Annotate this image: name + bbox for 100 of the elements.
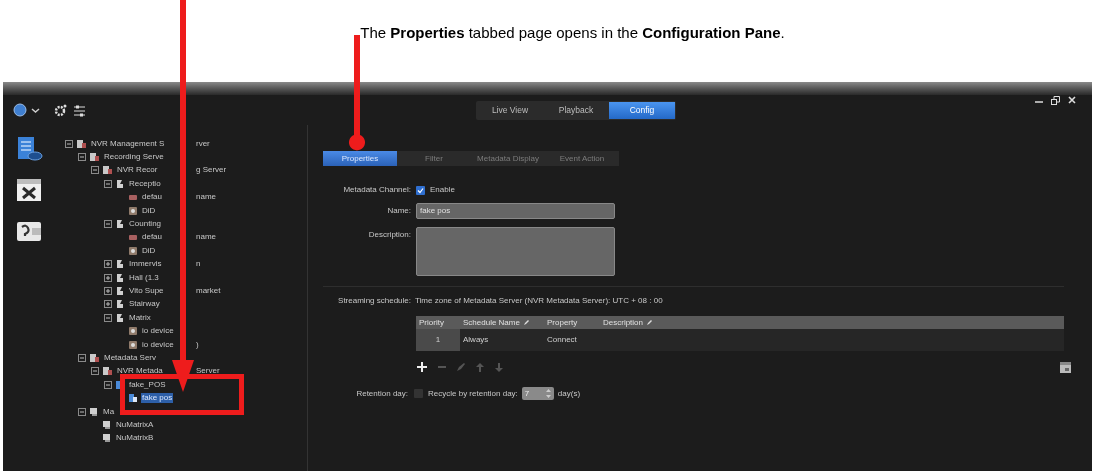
- tree-item[interactable]: Stairway: [128, 299, 161, 310]
- tree-item[interactable]: Metadata Serv: [103, 352, 158, 363]
- tree-item[interactable]: NuMatrixB: [115, 433, 155, 444]
- collapse-icon[interactable]: [104, 313, 112, 322]
- server-icon: [102, 165, 113, 176]
- collapse-icon[interactable]: [104, 179, 112, 188]
- checkmark-icon: [417, 186, 424, 194]
- camera-icon: [115, 312, 125, 323]
- add-icon[interactable]: [416, 361, 428, 373]
- device-icon: [128, 326, 138, 337]
- field-label: Name:: [386, 205, 411, 217]
- tree-item[interactable]: Counting: [128, 219, 163, 230]
- sliders-icon[interactable]: [73, 103, 86, 117]
- tree-item[interactable]: io device: [141, 326, 175, 337]
- chevron-down-icon[interactable]: [31, 105, 40, 115]
- tools-window-icon[interactable]: [15, 177, 43, 203]
- timezone-text: Time zone of Metadata Server (NVR Metadata Server): UTC + 08 : 00: [415, 295, 663, 307]
- tree-item[interactable]: Hall (1.3: [128, 272, 160, 283]
- sub-tab[interactable]: Filter: [397, 151, 471, 166]
- tree-item[interactable]: Immervis: [128, 259, 163, 270]
- server-icon: [76, 138, 87, 149]
- field-label: Streaming schedule:: [337, 295, 411, 307]
- restore-icon[interactable]: [1051, 95, 1060, 105]
- field-label: Metadata Channel:: [342, 184, 411, 196]
- collapse-icon[interactable]: [78, 353, 86, 362]
- tree-item[interactable]: Ma: [102, 406, 116, 417]
- tree-item[interactable]: Receptio: [128, 178, 162, 189]
- device-icon: [128, 245, 138, 256]
- tree-item[interactable]: NVR Management S: [90, 138, 166, 149]
- server-monitor-icon[interactable]: [15, 135, 43, 163]
- column-header: Priority: [419, 316, 444, 329]
- tree-item-text: g Server: [196, 165, 227, 176]
- collapse-icon[interactable]: [91, 166, 99, 175]
- tree-item-text: Server: [196, 366, 220, 377]
- collapse-icon[interactable]: [78, 407, 86, 416]
- column-header: Property: [547, 316, 578, 329]
- tree-item[interactable]: defau: [141, 232, 164, 243]
- caption: The Properties tabbed page opens in the Configuration Pane.: [360, 23, 785, 43]
- sub-tab[interactable]: Metadata Display: [471, 151, 545, 166]
- description-field[interactable]: [416, 227, 615, 276]
- collapse-icon[interactable]: [91, 367, 99, 376]
- tree-item[interactable]: DiD: [141, 205, 157, 216]
- monitor-icon: [102, 433, 112, 444]
- tree-item-text: ): [196, 339, 199, 350]
- table-cell: 1: [435, 334, 441, 346]
- mode-tab[interactable]: Live View: [477, 101, 543, 119]
- terminal-icon: [128, 393, 138, 404]
- checkbox-label: Enable: [430, 184, 455, 196]
- tree-item[interactable]: io device: [141, 339, 175, 350]
- tree-item-text: market: [196, 286, 221, 296]
- collapse-icon[interactable]: [65, 139, 73, 148]
- camera-icon: [115, 259, 125, 270]
- expand-icon[interactable]: [104, 260, 112, 269]
- tree-item-text: name: [196, 192, 216, 203]
- name-field[interactable]: fake pos: [416, 203, 615, 219]
- server-icon: [89, 152, 100, 163]
- unit-label: day(s): [557, 387, 581, 400]
- tree-item[interactable]: fake_POS: [128, 379, 167, 390]
- table-cell: Connect: [547, 334, 577, 346]
- field-label: Description:: [367, 229, 411, 241]
- expand-icon[interactable]: [104, 273, 112, 282]
- sub-tab[interactable]: Event Action: [545, 151, 619, 166]
- tree-item[interactable]: NVR Recor: [116, 165, 159, 176]
- camera-icon: [115, 178, 125, 189]
- checkbox-label: Recycle by retention day:: [428, 387, 518, 400]
- field-label: Retention day:: [355, 387, 408, 400]
- device-icon: [128, 192, 138, 202]
- column-header: Schedule Name: [463, 316, 520, 329]
- pencil-icon: [522, 319, 530, 326]
- tree-item[interactable]: Vito Supe: [128, 286, 165, 296]
- calendar-icon[interactable]: [1059, 360, 1072, 374]
- sub-tab[interactable]: Properties: [323, 151, 397, 166]
- camera-icon: [115, 286, 125, 296]
- enable-checkbox[interactable]: [416, 185, 425, 195]
- tree-item[interactable]: NuMatrixA: [115, 419, 155, 430]
- gear-icon[interactable]: [54, 103, 67, 117]
- camera-icon: [115, 272, 125, 283]
- tree-item[interactable]: Recording Serve: [103, 152, 165, 163]
- camera-icon: [115, 219, 125, 230]
- device-icon: [128, 205, 138, 216]
- globe-icon[interactable]: [13, 103, 27, 117]
- tree-item[interactable]: DiD: [141, 245, 157, 256]
- tree-item[interactable]: NVR Metada: [116, 366, 164, 377]
- mode-tab[interactable]: Config: [609, 101, 675, 119]
- column-header: Description: [603, 316, 643, 329]
- tree-item[interactable]: defau: [141, 192, 164, 203]
- collapse-icon[interactable]: [104, 380, 112, 389]
- monitor-icon: [102, 419, 112, 430]
- tree-item[interactable]: Matrix: [128, 312, 152, 323]
- expand-icon[interactable]: [104, 300, 112, 309]
- collapse-icon[interactable]: [104, 220, 112, 229]
- collapse-icon[interactable]: [78, 153, 86, 162]
- close-icon[interactable]: [1068, 96, 1076, 104]
- monitor-icon: [89, 406, 99, 417]
- tree-item-text: name: [196, 232, 216, 243]
- tree-item-text: rver: [196, 138, 210, 149]
- expand-icon[interactable]: [104, 287, 112, 295]
- tree-item[interactable]: fake pos: [141, 393, 174, 404]
- pencil-icon: [646, 319, 653, 326]
- mode-tab[interactable]: Playback: [543, 101, 609, 119]
